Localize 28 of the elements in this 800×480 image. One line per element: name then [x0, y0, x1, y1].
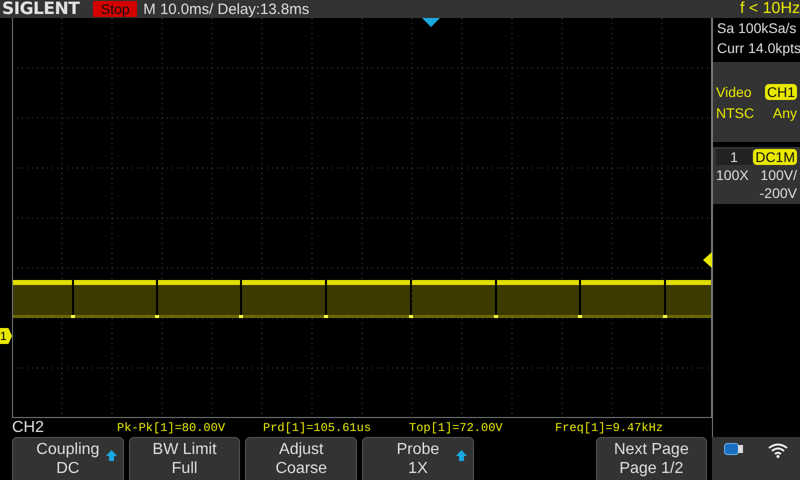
video-sync-label: Any: [772, 104, 797, 120]
softkey-button[interactable]: BW Limit Full: [128, 437, 240, 480]
usb-drive-icon: [724, 443, 744, 455]
measurement-readout: Top[1]=72.00V: [409, 420, 504, 434]
trigger-type-label: Video: [716, 84, 753, 100]
brand-logo: SIGLENT: [2, 0, 80, 19]
up-arrow-icon: [106, 450, 117, 461]
frequency-readout: f < 10Hz: [740, 0, 800, 18]
softkey-button[interactable]: Next Page Page 1/2: [596, 437, 708, 480]
measurement-readout: Prd[1]=105.61us: [263, 420, 372, 434]
softkey-button[interactable]: Coupling DC: [12, 437, 124, 480]
trigger-source-badge: CH1: [764, 84, 797, 100]
video-standard-label: NTSC: [716, 104, 756, 120]
vertical-scale-label: 100V/: [759, 167, 797, 183]
up-arrow-icon: [456, 450, 467, 461]
channel-number: 1: [716, 149, 752, 165]
measurement-readout: Freq[1]=9.47kHz: [555, 420, 664, 434]
vertical-offset-label: -200V: [758, 185, 797, 201]
sample-rate-readout: Sa 100kSa/s: [716, 19, 798, 38]
softkey-button[interactable]: Adjust Coarse: [245, 437, 358, 480]
channel-marker[interactable]: 1: [0, 328, 12, 344]
probe-ratio-label: 100X: [716, 167, 750, 183]
wifi-icon: [768, 443, 788, 458]
coupling-badge: DC1M: [753, 149, 797, 165]
timebase-readout: M 10.0ms/ Delay:13.8ms: [143, 0, 310, 18]
channel-label: CH2: [11, 418, 46, 436]
measurement-readout: Pk-Pk[1]=80.00V: [117, 420, 226, 434]
softkey-button[interactable]: Probe 1X: [362, 437, 474, 480]
